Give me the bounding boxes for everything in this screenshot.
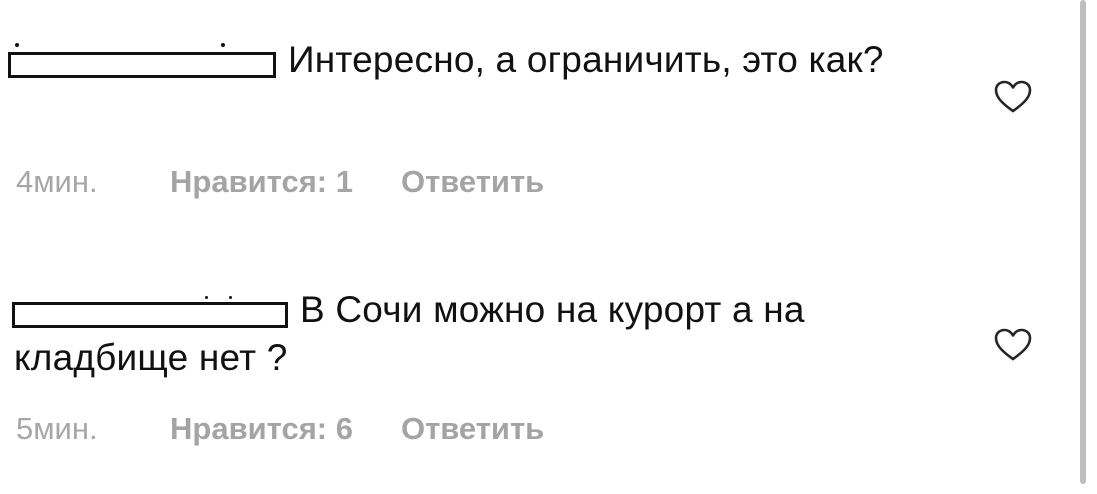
- username-redacted[interactable]: [8, 43, 276, 78]
- username-redacted[interactable]: [12, 296, 288, 328]
- comment-body: Интересно, а ограничить, это как?: [8, 36, 954, 84]
- comment-body: В Сочи можно на курорт а на кладбище нет…: [12, 286, 954, 382]
- reply-button[interactable]: Ответить: [401, 164, 544, 200]
- comment-meta: 5мин. Нравится: 6 Ответить: [16, 411, 544, 447]
- comment-text: Интересно, а ограничить, это как?: [288, 39, 884, 80]
- redaction-mark: [15, 43, 19, 47]
- comment-time: 5мин.: [16, 411, 98, 446]
- redaction-mark: [205, 296, 208, 299]
- redaction-mark: [221, 43, 225, 47]
- comment-likes-button[interactable]: Нравится: 1: [170, 164, 353, 200]
- comment-meta: 4мин. Нравится: 1 Ответить: [16, 164, 544, 200]
- reply-button[interactable]: Ответить: [401, 411, 544, 447]
- comment-likes-button[interactable]: Нравится: 6: [170, 411, 353, 447]
- scrollbar[interactable]: [1080, 0, 1086, 484]
- comments-screen: Интересно, а ограничить, это как? 4мин. Н…: [0, 0, 1097, 494]
- redaction-mark: [229, 296, 232, 299]
- heart-icon[interactable]: [994, 328, 1032, 362]
- comment-time: 4мин.: [16, 164, 98, 199]
- heart-icon[interactable]: [994, 80, 1032, 114]
